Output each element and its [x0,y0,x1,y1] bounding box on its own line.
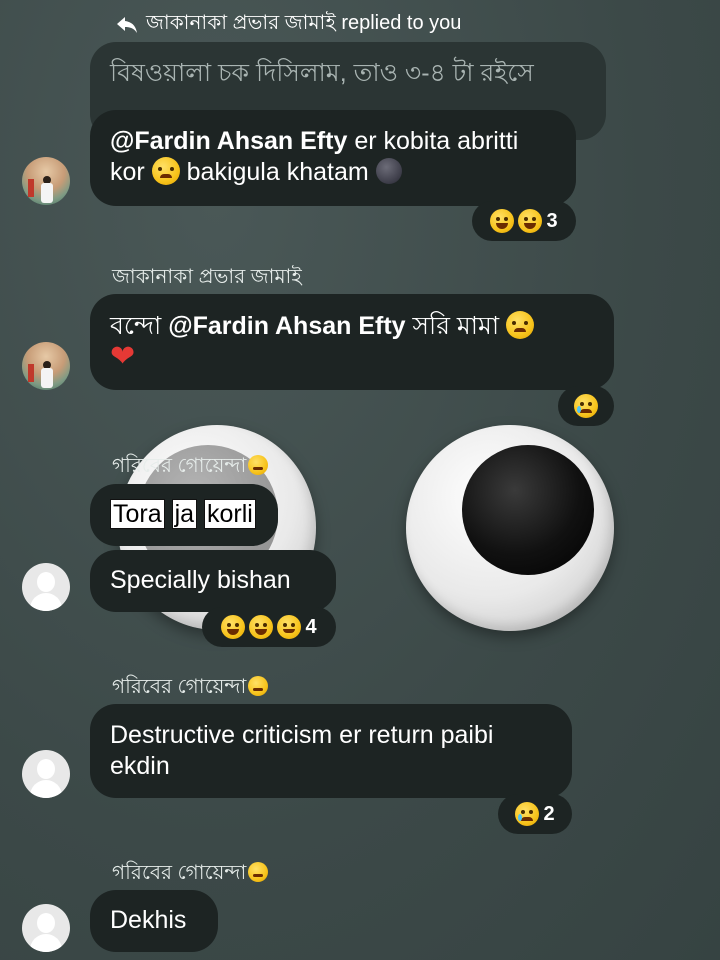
mention-link[interactable]: @Fardin Ahsan Efty [110,127,347,155]
message-bubble[interactable]: Destructive criticism er return paibi ek… [90,704,572,798]
crying-emoji-icon [574,394,598,418]
joy-emoji-icon [490,209,515,233]
reaction-count: 4 [305,615,317,638]
avatar-detail [37,572,55,592]
message-text: Destructive criticism er return paibi ek… [110,721,494,780]
new-moon-face-icon [375,158,402,184]
message-bubble[interactable]: Dekhis [90,890,218,952]
sender-name: গরিবের গোয়েন্দা [112,858,269,891]
message-text: বন্দো [110,312,169,340]
reply-header-text: জাকানাকা প্রভার জামাই replied to you [146,12,462,34]
laughing-emoji-icon [221,615,246,639]
sender-name-text: গরিবের গোয়েন্দা [112,676,247,698]
reaction-pill[interactable] [558,386,614,426]
reaction-count: 3 [546,209,558,232]
avatar[interactable] [22,750,70,798]
avatar-detail [41,183,53,203]
message-text: Specially bishan [110,566,291,594]
avatar-detail [37,913,55,933]
mention-link[interactable]: @Fardin Ahsan Efty [168,312,405,340]
message-bubble[interactable]: বন্দো @Fardin Ahsan Efty সরি মামা ❤ [90,294,614,390]
laughing-emoji-icon [518,209,543,233]
message-text: bakigula khatam [179,158,376,186]
sender-name: গরিবের গোয়েন্দা [112,451,269,484]
reaction-count: 2 [543,802,555,825]
quoted-message-text: বিষওয়ালা চক দিসিলাম, তাও ৩-৪ টা রইসে [110,59,534,87]
avatar-detail [28,364,34,382]
frowning-emoji-icon [506,311,535,339]
message-bubble[interactable]: Specially bishan [90,550,336,612]
avatar[interactable] [22,904,70,952]
reply-arrow-icon [117,16,137,33]
message-bubble[interactable]: Tora ja korli [90,484,278,546]
avatar-detail [28,179,34,197]
avatar-detail [30,780,62,798]
highlighted-word: ja [171,499,198,529]
smile-emoji-icon [277,615,302,639]
joy-emoji-icon [249,615,274,639]
heart-icon: ❤ [110,340,136,373]
sender-name: জাকানাকা প্রভার জামাই [112,266,302,288]
avatar[interactable] [22,342,70,390]
steam-face-emoji-icon [248,862,269,882]
crying-emoji-icon [515,802,540,826]
reaction-pill[interactable]: 3 [472,201,576,241]
steam-face-emoji-icon [248,676,269,696]
pupil [462,445,594,575]
googly-eye-right-sticker [406,425,614,631]
sender-name-text: গরিবের গোয়েন্দা [112,862,247,884]
sender-name-text: গরিবের গোয়েন্দা [112,455,247,477]
avatar[interactable] [22,563,70,611]
highlighted-word: Tora [110,499,165,529]
avatar-detail [37,759,55,779]
message-text: সরি মামা [405,312,507,340]
reaction-pill[interactable]: 4 [202,607,336,647]
avatar-detail [30,934,62,952]
avatar[interactable] [22,157,70,205]
reaction-pill[interactable]: 2 [498,794,572,834]
avatar-detail [41,368,53,388]
sender-name: গরিবের গোয়েন্দা [112,672,269,705]
steam-face-emoji-icon [248,455,269,475]
highlighted-word: korli [204,499,256,529]
reply-header: জাকানাকা প্রভার জামাই replied to you [116,8,461,41]
avatar-detail [30,593,62,611]
message-text: Dekhis [110,906,187,934]
message-bubble[interactable]: @Fardin Ahsan Efty er kobita abritti kor… [90,110,576,206]
frowning-emoji-icon [151,157,180,185]
